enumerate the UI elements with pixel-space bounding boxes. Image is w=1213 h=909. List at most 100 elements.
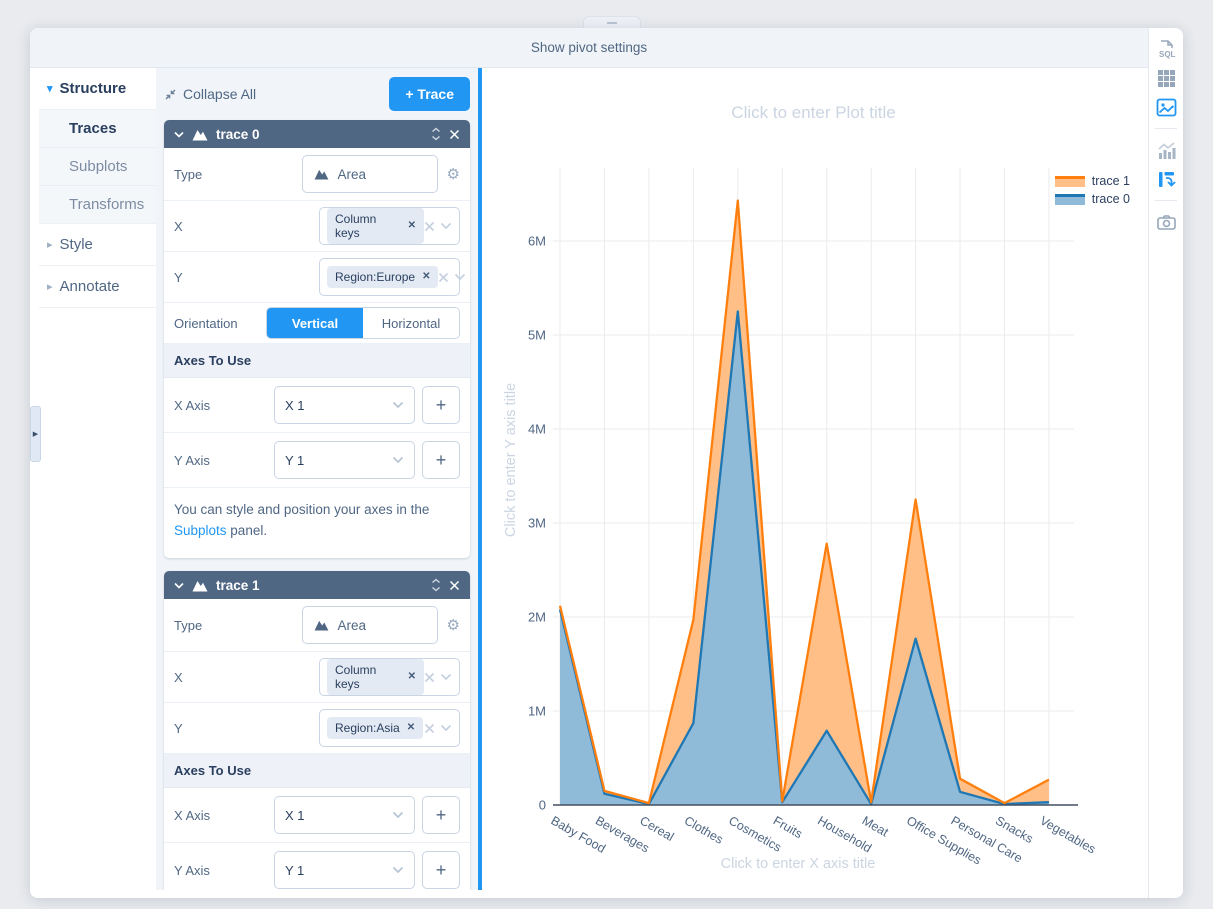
x-data-selector[interactable]: Column keys ✕ (319, 207, 460, 245)
add-trace-button[interactable]: + Trace (389, 77, 470, 111)
app-window: Show pivot settings ▶ ▾ Structure Tr (30, 28, 1183, 898)
legend-swatch (1055, 194, 1085, 205)
y-label: Y (174, 721, 183, 736)
sidebar-item-traces[interactable]: Traces (39, 110, 156, 148)
collapse-all-button[interactable]: Collapse All (164, 86, 256, 102)
trace-1-fold: trace 1 Type (164, 571, 470, 890)
chart-image-icon[interactable] (1155, 96, 1177, 118)
svg-text:Click to enter X axis title: Click to enter X axis title (721, 856, 876, 872)
axes-footnote: You can style and position your axes in … (164, 488, 470, 558)
x-axis-select[interactable]: X 1 (274, 386, 415, 424)
move-trace-icon[interactable] (431, 127, 441, 141)
add-x-axis-button[interactable]: + (422, 386, 460, 424)
svg-text:6M: 6M (528, 234, 546, 249)
svg-text:SQL: SQL (1159, 50, 1176, 59)
area-chart[interactable]: 01M2M3M4M5M6MBaby FoodBeveragesCerealClo… (482, 68, 1145, 890)
right-toolbar: SQL (1148, 28, 1183, 898)
trace-type-dropdown[interactable]: Area (302, 606, 438, 644)
legend-swatch (1055, 176, 1085, 187)
type-label: Type (174, 618, 202, 633)
sidebar-item-transforms[interactable]: Transforms (39, 186, 156, 223)
sidebar-section-structure[interactable]: ▾ Structure (39, 68, 156, 110)
plot-area[interactable]: Click to enter Plot title 01M2M3M4M5M6MB… (478, 68, 1148, 890)
add-y-axis-button[interactable]: + (422, 851, 460, 889)
y-data-selector[interactable]: Region:Europe ✕ (319, 258, 460, 296)
combo-chart-icon[interactable] (1155, 139, 1177, 161)
chevron-down-icon (174, 131, 184, 138)
table-grid-icon[interactable] (1155, 67, 1177, 89)
trace-type-value: Area (338, 167, 367, 182)
app-stage: Show pivot settings ▶ ▾ Structure Tr (0, 0, 1213, 909)
area-chart-icon (192, 579, 208, 592)
type-label: Type (174, 167, 202, 182)
y-data-selector[interactable]: Region:Asia ✕ (319, 709, 460, 747)
chevron-down-icon[interactable] (440, 724, 452, 732)
legend-label: trace 1 (1092, 174, 1130, 188)
chevron-down-icon[interactable] (440, 673, 452, 681)
axes-to-use-header: Axes To Use (164, 344, 470, 378)
chevron-down-icon[interactable] (440, 222, 452, 230)
add-x-axis-button[interactable]: + (422, 796, 460, 834)
y-axis-select[interactable]: Y 1 (274, 441, 415, 479)
trace-0-fold: trace 0 Type (164, 120, 470, 558)
plot-title-placeholder[interactable]: Click to enter Plot title (482, 103, 1145, 123)
chevron-down-icon (392, 456, 404, 464)
svg-text:3M: 3M (528, 516, 546, 531)
close-trace-icon[interactable] (449, 580, 460, 591)
clear-icon[interactable] (424, 221, 435, 232)
sidebar-section-style[interactable]: ▸ Style (39, 224, 156, 266)
x-data-chip: Column keys ✕ (327, 208, 424, 244)
gear-icon[interactable]: ⚙ (447, 165, 460, 183)
chevron-down-icon: ▾ (47, 82, 53, 95)
collapse-all-label: Collapse All (183, 86, 256, 102)
svg-text:Click to enter Y axis title: Click to enter Y axis title (503, 383, 519, 537)
orientation-segmented-control: Vertical Horizontal (266, 307, 460, 339)
orientation-label: Orientation (174, 316, 238, 331)
y-axis-select[interactable]: Y 1 (274, 851, 415, 889)
svg-text:2M: 2M (528, 610, 546, 625)
add-y-axis-button[interactable]: + (422, 441, 460, 479)
legend-item-trace-0[interactable]: trace 0 (1055, 192, 1130, 206)
x-label: X (174, 670, 183, 685)
y-axis-label: Y Axis (174, 453, 210, 468)
x-axis-select[interactable]: X 1 (274, 796, 415, 834)
x-data-selector[interactable]: Column keys ✕ (319, 658, 460, 696)
clear-icon[interactable] (438, 272, 449, 283)
trace-type-dropdown[interactable]: Area (302, 155, 438, 193)
sidebar-item-subplots[interactable]: Subplots (39, 148, 156, 186)
chevron-down-icon[interactable] (454, 273, 466, 281)
x-axis-label: X Axis (174, 398, 210, 413)
trace-1-header[interactable]: trace 1 (164, 571, 470, 599)
expand-panel-handle[interactable]: ▶ (30, 406, 41, 462)
y-data-chip: Region:Asia ✕ (327, 717, 423, 739)
sidebar-section-annotate[interactable]: ▸ Annotate (39, 266, 156, 308)
close-trace-icon[interactable] (449, 129, 460, 140)
chip-remove-icon[interactable]: ✕ (407, 723, 415, 733)
clear-icon[interactable] (424, 672, 435, 683)
y-axis-label: Y Axis (174, 863, 210, 878)
chip-remove-icon[interactable]: ✕ (408, 221, 416, 231)
svg-text:1M: 1M (528, 704, 546, 719)
chip-remove-icon[interactable]: ✕ (422, 272, 430, 282)
orientation-vertical-button[interactable]: Vertical (267, 308, 363, 338)
y-label: Y (174, 270, 183, 285)
camera-icon[interactable] (1155, 211, 1177, 233)
show-pivot-settings-toggle[interactable]: Show pivot settings (531, 40, 647, 55)
chip-remove-icon[interactable]: ✕ (408, 672, 416, 682)
legend-item-trace-1[interactable]: trace 1 (1055, 174, 1130, 188)
clear-icon[interactable] (424, 723, 435, 734)
chart-legend: trace 1 trace 0 (1055, 174, 1130, 206)
move-trace-icon[interactable] (431, 578, 441, 592)
svg-text:4M: 4M (528, 422, 546, 437)
gear-icon[interactable]: ⚙ (447, 616, 460, 634)
trace-title: trace 1 (216, 578, 423, 593)
area-chart-icon (192, 128, 208, 141)
svg-text:Meat: Meat (860, 814, 892, 840)
orientation-horizontal-button[interactable]: Horizontal (363, 308, 459, 338)
chevron-down-icon (392, 811, 404, 819)
svg-text:0: 0 (539, 798, 546, 813)
subplots-link[interactable]: Subplots (174, 523, 227, 538)
sql-icon[interactable]: SQL (1155, 38, 1177, 60)
pivot-icon[interactable] (1155, 168, 1177, 190)
trace-0-header[interactable]: trace 0 (164, 120, 470, 148)
